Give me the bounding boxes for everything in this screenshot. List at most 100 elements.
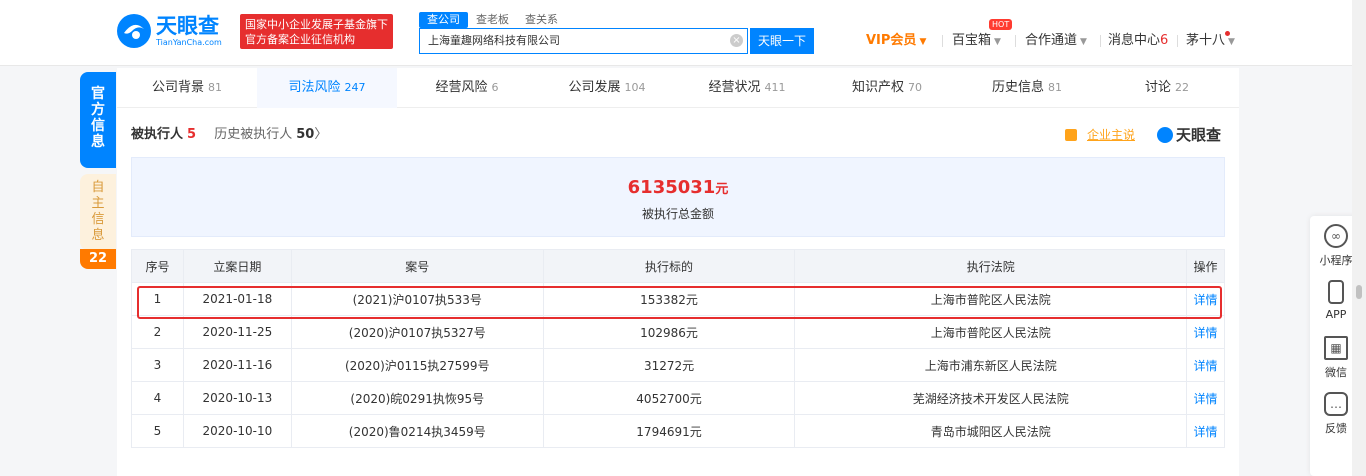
- cell-court: 上海市普陀区人民法院: [794, 282, 1187, 316]
- tab-count: 81: [208, 81, 222, 94]
- tab-self-info[interactable]: 自 主 信 息 22: [80, 174, 116, 269]
- cooperate-menu[interactable]: 合作通道 ▼: [1025, 33, 1087, 50]
- cell-court: 芜湖经济技术开发区人民法院: [794, 381, 1187, 415]
- tab-official-info[interactable]: 官 方 信 息: [80, 72, 116, 168]
- tab-count: 247: [344, 81, 366, 94]
- chevron-down-icon: ▼: [1080, 37, 1087, 47]
- search-button[interactable]: 天眼一下: [750, 28, 814, 54]
- tab-count: 6: [491, 81, 499, 94]
- tab-count: 104: [624, 81, 646, 94]
- divider: [942, 35, 943, 47]
- search-input[interactable]: 上海童趣网络科技有限公司: [419, 28, 748, 54]
- tab-judicial-risk[interactable]: 司法风险 247: [257, 68, 397, 108]
- tab-label: 经营状况: [708, 80, 761, 95]
- speaker-icon: [1065, 129, 1077, 141]
- cell-court: 上海市普陀区人民法院: [794, 315, 1187, 349]
- detail-link[interactable]: 详情: [1186, 348, 1225, 382]
- logo-subtext: TianYanCha.com: [156, 38, 222, 47]
- detail-link[interactable]: 详情: [1186, 414, 1225, 448]
- logo[interactable]: 天眼查 TianYanCha.com: [116, 13, 240, 49]
- history-executed-link[interactable]: 历史被执行人 50〉: [214, 127, 327, 142]
- mini-program-icon: ∞: [1324, 224, 1348, 248]
- side-char: 信: [91, 212, 105, 227]
- cell-date: 2020-10-10: [182, 414, 292, 448]
- table-row: 2 2020-11-25 (2020)沪0107执5327号 102986元 上…: [131, 315, 1225, 349]
- side-char: 息: [91, 134, 105, 150]
- self-info-count-badge: 22: [80, 249, 116, 269]
- tab-label: 公司发展: [568, 80, 621, 95]
- amount-value: 6135031: [627, 177, 716, 198]
- qrcode-icon: ▦: [1324, 336, 1348, 360]
- top-navbar: 天眼查 TianYanCha.com 国家中小企业发展子基金旗下 官方备案企业征…: [0, 0, 1352, 66]
- amount-unit: 元: [715, 182, 729, 197]
- tab-company-development[interactable]: 公司发展 104: [537, 68, 677, 108]
- scrollbar-thumb[interactable]: [1356, 285, 1362, 299]
- cell-index: 5: [131, 414, 184, 448]
- side-info-tabs: 官 方 信 息 自 主 信 息 22: [80, 72, 116, 269]
- tab-count: 22: [1175, 81, 1189, 94]
- slogan-line-1: 国家中小企业发展子基金旗下: [245, 18, 388, 31]
- chevron-down-icon: ▼: [994, 37, 1001, 47]
- side-char: 官: [91, 86, 105, 102]
- table-row: 4 2020-10-13 (2020)皖0291执恢95号 4052700元 芜…: [131, 381, 1225, 415]
- cell-target: 4052700元: [542, 381, 796, 415]
- tab-history-info[interactable]: 历史信息 81: [957, 68, 1097, 108]
- tab-search-company[interactable]: 查公司: [419, 12, 468, 28]
- tab-count: 411: [764, 81, 786, 94]
- treasure-menu[interactable]: 百宝箱 ▼: [952, 33, 1001, 50]
- tab-company-background[interactable]: 公司背景 81: [117, 68, 257, 108]
- cell-target: 153382元: [542, 282, 796, 316]
- tab-count: 70: [908, 81, 922, 94]
- detail-link[interactable]: 详情: [1186, 381, 1225, 415]
- cell-target: 31272元: [542, 348, 796, 382]
- chevron-right-icon: 〉: [314, 127, 328, 142]
- table-row: 5 2020-10-10 (2020)鲁0214执3459号 1794691元 …: [131, 414, 1225, 448]
- brand-text: 天眼查: [1176, 126, 1222, 144]
- tab-count: 81: [1048, 81, 1062, 94]
- table-row: 3 2020-11-16 (2020)沪0115执27599号 31272元 上…: [131, 348, 1225, 382]
- cell-court: 青岛市城阳区人民法院: [794, 414, 1187, 448]
- notification-dot: [1225, 31, 1230, 36]
- message-center[interactable]: 消息中心6: [1108, 33, 1168, 49]
- logo-text: 天眼查: [156, 14, 219, 38]
- total-amount: 6135031元: [132, 177, 1224, 201]
- section-header: 被执行人 5 历史被执行人 50〉: [131, 126, 327, 144]
- cell-date: 2020-10-13: [182, 381, 292, 415]
- tab-label: 公司背景: [151, 80, 204, 95]
- cell-index: 1: [131, 282, 184, 316]
- detail-link[interactable]: 详情: [1186, 315, 1225, 349]
- cell-court: 上海市浦东新区人民法院: [794, 348, 1187, 382]
- table-row: 1 2021-01-18 (2021)沪0107执533号 153382元 上海…: [131, 282, 1225, 316]
- tab-intellectual-property[interactable]: 知识产权 70: [817, 68, 957, 108]
- tab-discussion[interactable]: 讨论 22: [1097, 68, 1237, 108]
- history-label: 历史被执行人: [214, 127, 293, 142]
- page-scrollbar[interactable]: [1352, 0, 1366, 476]
- enterprise-statement-link[interactable]: 企业主说: [1087, 126, 1135, 144]
- slogan-line-2: 官方备案企业征信机构: [245, 33, 355, 46]
- clear-search-icon[interactable]: ×: [730, 34, 743, 47]
- header-case-no: 案号: [290, 249, 544, 283]
- main-card: 公司背景 81 司法风险 247 经营风险 6 公司发展 104 经营状况 411 知识产…: [117, 68, 1239, 476]
- hot-badge: HOT: [989, 19, 1013, 30]
- header-index: 序号: [131, 249, 184, 283]
- tab-search-boss[interactable]: 查老板: [468, 12, 517, 28]
- header-target: 执行标的: [542, 249, 796, 283]
- history-count: 50: [296, 127, 315, 142]
- tab-business-risk[interactable]: 经营风险 6: [397, 68, 537, 108]
- tab-operation-status[interactable]: 经营状况 411: [677, 68, 817, 108]
- chevron-down-icon: ▼: [919, 37, 927, 47]
- vip-menu[interactable]: VIP会员 ▼: [866, 33, 926, 50]
- cell-case-no: (2020)沪0107执5327号: [290, 315, 544, 349]
- chevron-down-icon: ▼: [1228, 37, 1235, 47]
- feedback-icon: …: [1324, 392, 1348, 416]
- brand-watermark: 天眼查: [1157, 125, 1221, 145]
- total-amount-panel: 6135031元 被执行总金额: [131, 157, 1225, 237]
- table-header-row: 序号 立案日期 案号 执行标的 执行法院 操作: [131, 249, 1225, 283]
- tab-search-relation[interactable]: 查关系: [517, 12, 566, 28]
- tab-label: 讨论: [1144, 80, 1171, 95]
- phone-icon: [1328, 280, 1344, 304]
- detail-link[interactable]: 详情: [1186, 282, 1225, 316]
- side-char: 方: [91, 102, 105, 118]
- search-type-tabs: 查公司 查老板 查关系: [419, 12, 566, 28]
- tab-label: 经营风险: [435, 80, 488, 95]
